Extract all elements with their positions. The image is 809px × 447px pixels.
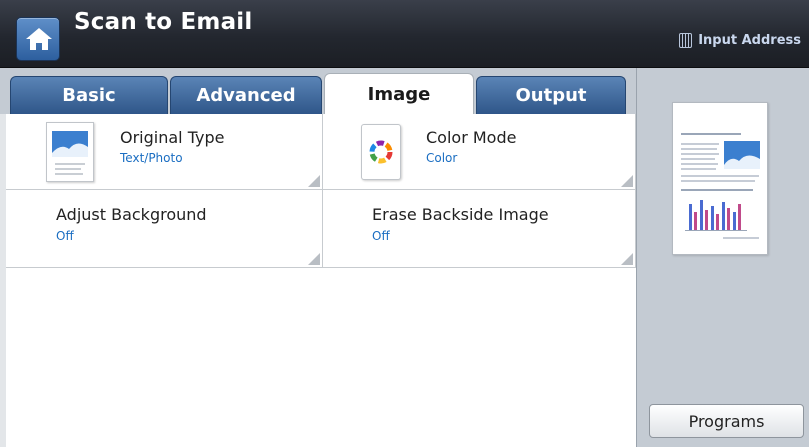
tab-basic[interactable]: Basic (10, 76, 168, 114)
erase-backside-image-value: Off (372, 229, 390, 243)
page-title: Scan to Email (74, 9, 253, 35)
input-address-label: Input Address (698, 32, 801, 48)
keyboard-icon (679, 32, 693, 48)
document-preview (672, 102, 768, 255)
options-panel: Original Type Text/Photo Color Mode Colo… (6, 114, 636, 447)
original-type-icon (46, 122, 94, 182)
input-address-button[interactable]: Input Address (679, 31, 801, 49)
preview-panel: Programs (636, 68, 809, 447)
home-button[interactable] (16, 17, 60, 61)
tab-advanced[interactable]: Advanced (170, 76, 322, 114)
adjust-background-option[interactable]: Adjust Background Off (6, 190, 323, 268)
color-mode-option[interactable]: Color Mode Color (323, 114, 636, 190)
color-wheel-icon (361, 124, 401, 180)
corner-indicator-icon (621, 175, 633, 187)
corner-indicator-icon (621, 253, 633, 265)
adjust-background-value: Off (56, 229, 74, 243)
tab-output[interactable]: Output (476, 76, 626, 114)
app-header: Scan to Email Input Address (0, 0, 809, 68)
tab-image[interactable]: Image (324, 73, 474, 114)
corner-indicator-icon (308, 175, 320, 187)
original-type-option[interactable]: Original Type Text/Photo (6, 114, 323, 190)
adjust-background-label: Adjust Background (56, 205, 207, 224)
tab-bar: Basic Advanced Image Output (0, 68, 636, 114)
programs-button[interactable]: Programs (649, 404, 804, 438)
color-mode-label: Color Mode (426, 128, 517, 147)
erase-backside-image-option[interactable]: Erase Backside Image Off (323, 190, 636, 268)
color-mode-value: Color (426, 151, 458, 165)
home-icon (26, 28, 52, 50)
original-type-value: Text/Photo (120, 151, 183, 165)
erase-backside-image-label: Erase Backside Image (372, 205, 549, 224)
original-type-label: Original Type (120, 128, 225, 147)
corner-indicator-icon (308, 253, 320, 265)
